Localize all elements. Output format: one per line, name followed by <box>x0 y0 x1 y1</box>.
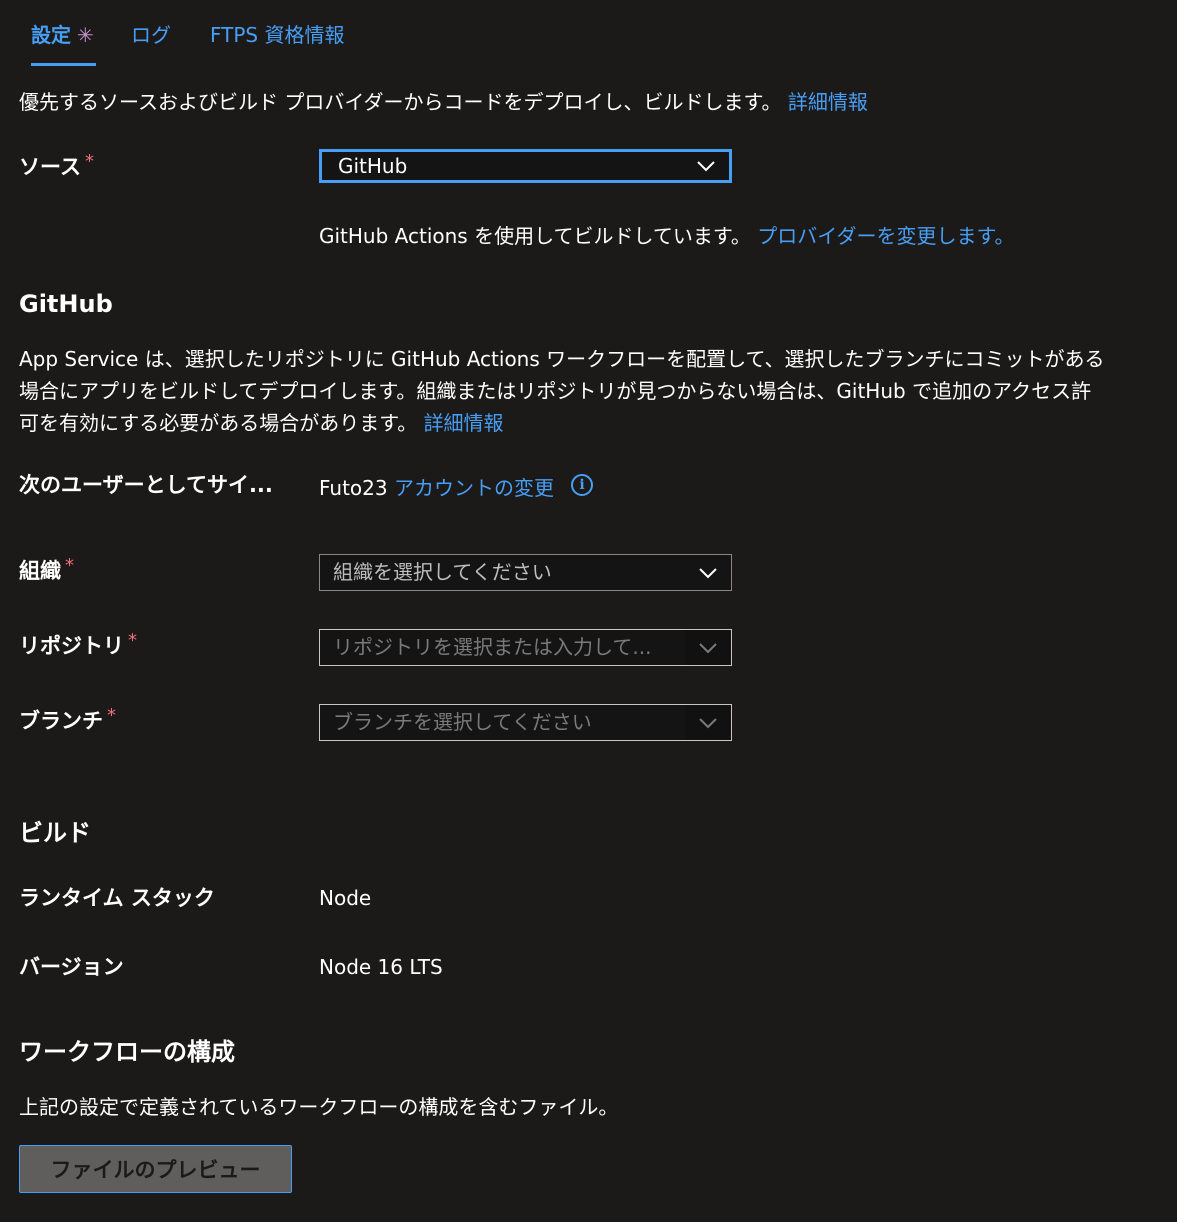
branch-dropdown-placeholder: ブランチを選択してください <box>333 710 592 734</box>
repo-label-text: リポジトリ <box>19 634 124 658</box>
info-icon[interactable]: i <box>571 474 593 496</box>
change-account-link[interactable]: アカウントの変更 <box>394 476 554 500</box>
required-marker: * <box>65 555 74 576</box>
source-helper-text: GitHub Actions を使用してビルドしています。 <box>319 224 751 248</box>
chevron-down-icon <box>683 152 729 180</box>
modified-indicator-icon: ✳ <box>77 23 94 47</box>
org-label: 組織 * <box>19 555 74 585</box>
source-label-text: ソース <box>19 155 81 179</box>
workflow-description: 上記の設定で定義されているワークフローの構成を含むファイル。 <box>19 1095 619 1119</box>
preview-file-button[interactable]: ファイルのプレビュー <box>19 1145 292 1193</box>
source-helper: GitHub Actions を使用してビルドしています。 プロバイダーを変更し… <box>319 220 1014 252</box>
chevron-down-icon <box>685 630 731 665</box>
change-provider-link[interactable]: プロバイダーを変更します。 <box>757 224 1014 248</box>
runtime-stack-label: ランタイム スタック <box>19 886 215 910</box>
version-label: バージョン <box>19 955 124 979</box>
intro-text: 優先するソースおよびビルド プロバイダーからコードをデプロイし、ビルドします。 <box>19 90 782 114</box>
tab-settings-label: 設定 <box>31 23 71 47</box>
runtime-stack-value: Node <box>319 886 372 910</box>
github-desc-line3: 可を有効にする必要がある場合があります。 <box>19 411 418 435</box>
branch-label: ブランチ * <box>19 705 116 735</box>
tab-ftps-label: FTPS 資格情報 <box>210 23 345 47</box>
required-marker: * <box>107 705 116 726</box>
required-marker: * <box>84 151 94 172</box>
source-dropdown-value: GitHub <box>338 154 408 178</box>
tab-logs-label: ログ <box>131 23 171 47</box>
signin-value: Futo23 アカウントの変更 <box>319 472 554 504</box>
tab-logs[interactable]: ログ <box>131 20 171 50</box>
tab-settings[interactable]: 設定 ✳ <box>31 20 94 50</box>
build-section-title: ビルド <box>19 819 91 847</box>
intro-description: 優先するソースおよびビルド プロバイダーからコードをデプロイし、ビルドします。 … <box>19 86 868 118</box>
tab-ftps-credentials[interactable]: FTPS 資格情報 <box>210 20 344 50</box>
chevron-down-icon <box>685 555 731 590</box>
github-user: Futo23 <box>319 476 388 500</box>
org-dropdown[interactable]: 組織を選択してください <box>319 554 732 591</box>
github-desc-line3-wrap: 可を有効にする必要がある場合があります。 詳細情報 <box>19 407 504 439</box>
repo-label: リポジトリ * <box>19 630 137 660</box>
tab-bar: 設定 ✳ ログ FTPS 資格情報 <box>0 0 1177 70</box>
org-label-text: 組織 <box>19 559 61 583</box>
github-desc-line1: App Service は、選択したリポジトリに GitHub Actions … <box>19 347 1105 371</box>
chevron-down-icon <box>685 705 731 740</box>
version-value: Node 16 LTS <box>319 955 443 979</box>
github-desc-line2: 場合にアプリをビルドしてデプロイします。組織またはリポジトリが見つからない場合は… <box>19 379 1092 403</box>
signin-label: 次のユーザーとしてサイ... <box>19 473 273 497</box>
github-section-title: GitHub <box>19 290 113 318</box>
branch-label-text: ブランチ <box>19 709 103 733</box>
required-marker: * <box>128 630 137 651</box>
workflow-section-title: ワークフローの構成 <box>19 1038 235 1066</box>
source-label: ソース * <box>19 151 94 181</box>
intro-learn-more-link[interactable]: 詳細情報 <box>788 90 868 114</box>
github-learn-more-link[interactable]: 詳細情報 <box>424 411 504 435</box>
source-dropdown[interactable]: GitHub <box>319 149 732 183</box>
org-dropdown-placeholder: 組織を選択してください <box>333 560 552 584</box>
repo-dropdown[interactable]: リポジトリを選択または入力して... <box>319 629 732 666</box>
repo-dropdown-placeholder: リポジトリを選択または入力して... <box>333 635 652 659</box>
branch-dropdown[interactable]: ブランチを選択してください <box>319 704 732 741</box>
active-tab-indicator <box>31 63 96 66</box>
